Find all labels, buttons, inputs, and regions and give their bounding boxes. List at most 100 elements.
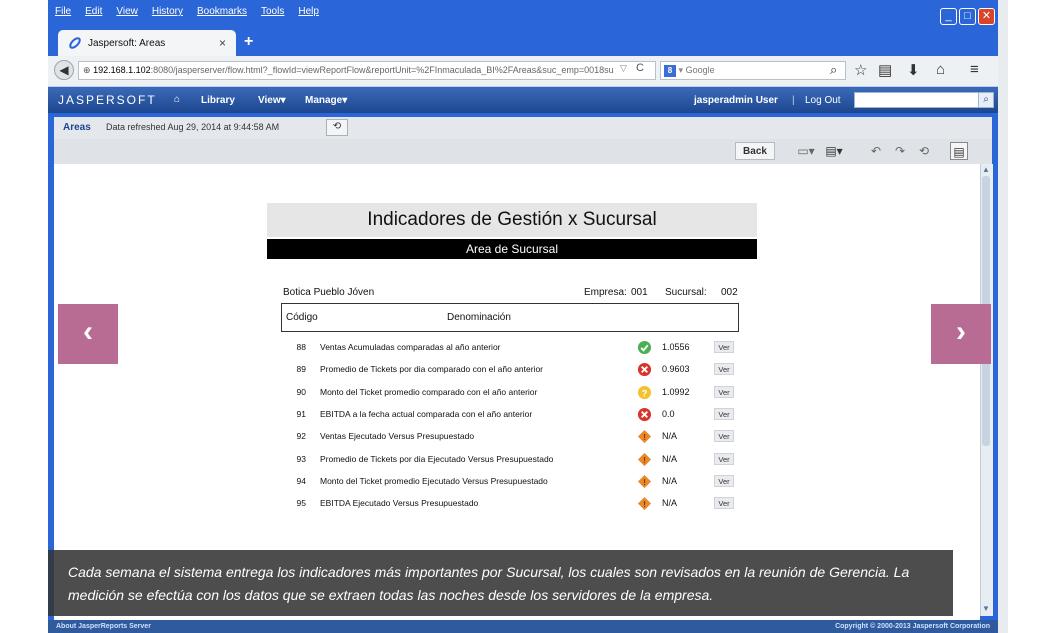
bookmarks-list-icon[interactable]: ▤ <box>878 61 892 79</box>
menu-bookmarks[interactable]: Bookmarks <box>197 6 247 17</box>
manage-menu-label: Manage <box>305 95 343 106</box>
tab-close-icon[interactable]: × <box>219 36 226 50</box>
reload-icon[interactable]: C <box>636 62 644 74</box>
question-status-icon: ? <box>637 385 652 399</box>
ver-button[interactable]: Ver <box>714 341 734 353</box>
warning-status-icon: ! <box>637 474 652 488</box>
ver-button[interactable]: Ver <box>714 474 734 487</box>
ver-button[interactable]: Ver <box>714 430 734 443</box>
jasper-footer: About JasperReports Server Copyright © 2… <box>48 620 998 633</box>
empresa-value: 001 <box>631 287 648 298</box>
warning-status-icon: ! <box>637 430 652 444</box>
menu-view[interactable]: View <box>116 6 138 17</box>
report-back-button[interactable]: Back <box>735 142 775 160</box>
refresh-icon[interactable]: ⟲ <box>326 119 348 136</box>
globe-icon: ⊕ <box>83 65 91 75</box>
close-window-button[interactable]: ✕ <box>978 8 995 25</box>
url-host: 192.168.1.102 <box>93 65 151 75</box>
error-status-icon <box>637 363 652 377</box>
menu-history[interactable]: History <box>152 6 183 17</box>
view-menu[interactable]: View▾ <box>258 95 286 106</box>
indicator-code: 88 <box>296 342 306 352</box>
report-options-icon[interactable]: ▤ <box>950 142 968 160</box>
indicator-value: 1.0556 <box>662 342 690 352</box>
menu-icon[interactable]: ≡ <box>970 61 979 78</box>
carousel-next-button[interactable]: › <box>931 304 991 364</box>
back-arrow-icon[interactable]: ◀ <box>54 60 74 80</box>
jasper-search-input[interactable] <box>854 92 994 108</box>
svg-text:!: ! <box>643 432 646 442</box>
tab-title: Jaspersoft: Areas <box>88 38 166 49</box>
indicator-description: Ventas Acumuladas comparadas al año ante… <box>320 342 501 352</box>
library-link[interactable]: Library <box>201 95 235 106</box>
page-margin <box>998 0 1008 633</box>
jaspersoft-logo: JASPERSOFT <box>58 93 157 107</box>
save-icon[interactable]: ▭▾ <box>796 142 816 160</box>
ver-button[interactable]: Ver <box>714 385 734 398</box>
indicator-code: 92 <box>296 431 306 442</box>
indicator-row: 91 EBITDA a la fecha actual comparada con… <box>290 407 740 425</box>
carousel-prev-button[interactable]: ‹ <box>58 304 118 364</box>
undo-icon[interactable]: ↶ <box>866 142 886 160</box>
report-title: Indicadores de Gestión x Sucursal <box>267 203 757 237</box>
indicator-value: N/A <box>662 498 678 509</box>
scroll-up-icon[interactable]: ▲ <box>982 165 990 174</box>
report-toolbar <box>54 139 992 165</box>
bookmark-star-icon[interactable]: ☆ <box>854 61 867 79</box>
new-tab-button[interactable]: + <box>244 33 253 51</box>
indicator-description: EBITDA a la fecha actual comparada con e… <box>320 408 533 419</box>
indicator-description: EBITDA Ejecutado Versus Presupuestado <box>320 498 479 509</box>
logout-link[interactable]: Log Out <box>805 95 841 106</box>
menu-tools[interactable]: Tools <box>261 6 284 17</box>
svg-text:?: ? <box>642 388 648 398</box>
scroll-down-icon[interactable]: ▼ <box>982 604 990 613</box>
indicator-row: 92 Ventas Ejecutado Versus Presupuestado!… <box>290 430 740 447</box>
download-icon[interactable]: ⬇ <box>907 61 920 79</box>
reset-icon[interactable]: ⟲ <box>914 142 934 160</box>
empresa-label: Empresa: <box>584 287 627 298</box>
report-subtitle: Area de Sucursal <box>267 239 757 259</box>
google-icon: 8 <box>664 65 676 77</box>
column-code: Código <box>286 312 318 323</box>
indicator-value: 0.0 <box>662 408 675 419</box>
indicator-code: 89 <box>296 364 306 375</box>
search-icon[interactable]: ⌕ <box>830 62 837 78</box>
maximize-button[interactable]: □ <box>959 8 976 25</box>
error-status-icon <box>637 407 652 421</box>
ver-button[interactable]: Ver <box>714 363 734 376</box>
menu-help[interactable]: Help <box>298 6 319 17</box>
indicator-code: 90 <box>296 386 306 397</box>
column-header-box: Código Denominación <box>281 303 739 332</box>
indicator-description: Ventas Ejecutado Versus Presupuestado <box>320 431 475 442</box>
jasper-search-icon[interactable]: ⌕ <box>978 92 994 108</box>
browser-tab[interactable]: Jaspersoft: Areas × <box>58 30 236 56</box>
ver-button[interactable]: Ver <box>714 497 734 510</box>
indicator-description: Promedio de Tickets por dia Ejecutado Ve… <box>320 453 554 464</box>
menu-file[interactable]: File <box>55 6 71 17</box>
search-input[interactable]: 8 ▾ Google <box>660 61 846 80</box>
redo-icon[interactable]: ↷ <box>890 142 910 160</box>
menu-edit[interactable]: Edit <box>85 6 102 17</box>
url-bar[interactable]: ⊕ 192.168.1.102:8080/jasperserver/flow.h… <box>78 61 656 80</box>
column-denominacion: Denominación <box>447 312 511 323</box>
minimize-button[interactable]: _ <box>940 8 957 25</box>
about-link[interactable]: About JasperReports Server <box>56 623 151 630</box>
url-path: :8080/jasperserver/flow.html?_flowId=vie… <box>150 65 614 75</box>
home-nav-icon[interactable]: ⌂ <box>174 94 180 105</box>
export-icon[interactable]: ▤▾ <box>824 142 844 160</box>
slide-caption: Cada semana el sistema entrega los indic… <box>48 550 953 616</box>
indicator-description: Promedio de Tickets por dia comparado co… <box>320 364 544 375</box>
view-menu-label: View <box>258 95 281 106</box>
copyright-text: Copyright © 2000-2013 Jaspersoft Corpora… <box>835 623 990 630</box>
indicator-code: 94 <box>296 475 306 486</box>
warning-status-icon: ! <box>637 497 652 511</box>
ver-button[interactable]: Ver <box>714 407 734 420</box>
indicator-row: 88 Ventas Acumuladas comparadas al año an… <box>290 340 740 358</box>
home-icon[interactable]: ⌂ <box>936 61 945 78</box>
svg-text:!: ! <box>643 499 646 509</box>
indicator-description: Monto del Ticket promedio Ejecutado Vers… <box>320 475 548 486</box>
dropdown-icon[interactable]: ▽ <box>620 63 627 74</box>
manage-menu[interactable]: Manage▾ <box>305 95 347 106</box>
indicator-value: N/A <box>662 475 678 486</box>
ver-button[interactable]: Ver <box>714 452 734 465</box>
